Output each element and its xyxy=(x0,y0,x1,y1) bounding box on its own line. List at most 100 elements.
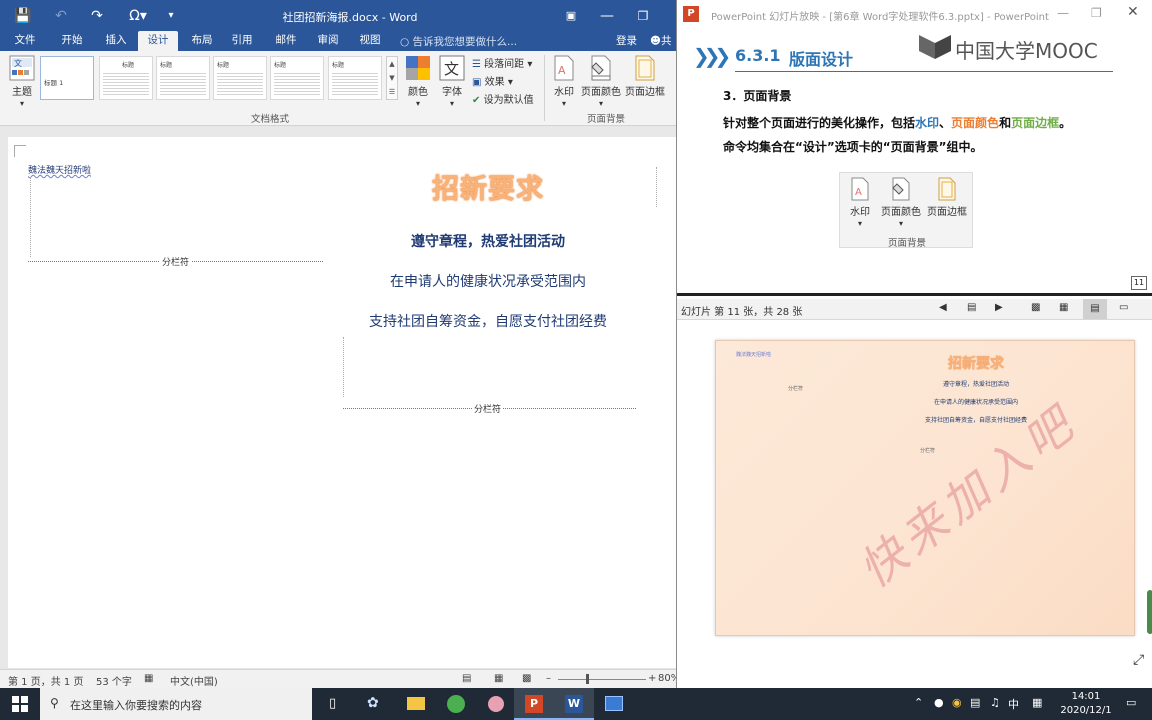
requirement-line-3[interactable]: 支持社团自筹资金，自愿支付社团经费 xyxy=(343,311,633,331)
style-thumb-4[interactable]: 标题 xyxy=(213,56,267,100)
network-icon[interactable]: ▤ xyxy=(970,696,980,709)
poster-heading[interactable]: 招新要求 xyxy=(343,167,633,206)
page-count[interactable]: 第 1 页，共 1 页 xyxy=(8,673,83,688)
powerpoint-taskbar-icon[interactable]: P xyxy=(514,688,554,720)
word-count[interactable]: 53 个字 xyxy=(96,673,132,688)
slide-sorter-icon[interactable]: ▦ xyxy=(1059,302,1068,313)
sign-in-link[interactable]: 登录 xyxy=(616,33,637,48)
tray-app-icon[interactable]: ◉ xyxy=(952,696,962,709)
reading-view-icon[interactable]: ▤ xyxy=(1083,299,1107,319)
tab-home[interactable]: 开始 xyxy=(54,31,90,51)
zoom-out-icon[interactable]: – xyxy=(546,673,551,684)
style-gallery-scroll[interactable]: ▲ ▼ ☰ xyxy=(386,56,398,100)
file-explorer-icon[interactable] xyxy=(396,688,436,720)
app-icon-pinned-1[interactable]: ✿ xyxy=(354,688,394,720)
tab-review[interactable]: 审阅 xyxy=(310,31,346,51)
slide-page-color-label: 页面颜色 xyxy=(881,207,921,218)
word-title-bar: 💾 ↶ ↷ Ω▾ ▾ 社团招新海报.docx - Word ▣ — ❐ xyxy=(0,0,676,31)
themes-button[interactable]: 文 主题 ▾ xyxy=(6,55,38,109)
task-view-icon[interactable]: ▯ xyxy=(316,688,356,720)
save-icon[interactable]: 💾 xyxy=(14,7,32,25)
expand-icon[interactable]: ⤢ xyxy=(1133,652,1144,668)
effects-button[interactable]: ▣ 效果 ▾ xyxy=(472,73,513,88)
customize-qat-icon[interactable]: ▾ xyxy=(162,7,180,25)
colors-label: 颜色 xyxy=(408,87,428,98)
taskbar-search-box[interactable]: ⚲ 在这里输入你要搜索的内容 xyxy=(40,688,312,720)
prev-slide-icon[interactable]: ◀ xyxy=(939,302,947,313)
style-thumb-5[interactable]: 标题 xyxy=(270,56,324,100)
tab-design[interactable]: 设计 xyxy=(138,31,178,51)
ppt-window-title: PowerPoint 幻灯片放映 - [第6章 Word字处理软件6.3.ppt… xyxy=(711,12,1049,23)
tray-expand-icon[interactable]: ⌃ xyxy=(914,696,923,709)
left-column-text[interactable]: 魏法魏天招新啦 xyxy=(28,163,91,176)
zoom-slider-thumb[interactable] xyxy=(586,674,589,684)
page-color-button[interactable]: 页面颜色 ▾ xyxy=(580,55,622,109)
watermark-button[interactable]: A 水印 ▾ xyxy=(548,55,580,109)
normal-view-icon[interactable]: ▩ xyxy=(1031,302,1040,313)
browser-icon-green[interactable] xyxy=(436,688,476,720)
windows-start-icon[interactable] xyxy=(12,696,28,712)
share-button[interactable]: ☻共 xyxy=(650,33,671,48)
minimize-icon[interactable]: — xyxy=(598,7,616,25)
ppt-minimize-icon[interactable]: — xyxy=(1057,6,1069,20)
photos-app-icon[interactable] xyxy=(594,688,634,720)
colors-button[interactable]: 颜色 ▾ xyxy=(403,55,433,109)
slideshow-view-icon[interactable]: ▭ xyxy=(1119,302,1128,313)
slide-view[interactable]: ❯❯❯ 6.3.1 版面设计 中国大学MOOC 3．页面背景 针对整个页面进行的… xyxy=(677,28,1152,296)
print-layout-icon[interactable]: ▦ xyxy=(494,673,503,684)
page-borders-button[interactable]: 页面边框 xyxy=(624,55,666,98)
volume-icon[interactable]: ♫ xyxy=(990,696,1000,709)
ppt-close-icon[interactable]: ✕ xyxy=(1127,4,1139,20)
slide-page-border-button: 页面边框 xyxy=(924,177,970,218)
language-indicator[interactable]: 中文(中国) xyxy=(170,673,218,688)
style-thumb-2[interactable]: 标题 xyxy=(99,56,153,100)
set-default-button[interactable]: ✔ 设为默认值 xyxy=(472,91,534,106)
check-circle-icon: ✔ xyxy=(472,95,481,106)
mooc-logo-icon xyxy=(919,35,951,59)
style-thumb-3[interactable]: 标题 xyxy=(156,56,210,100)
zoom-slider[interactable] xyxy=(558,679,646,680)
app-icon-pinned-2[interactable] xyxy=(476,688,516,720)
tell-me-search[interactable]: ○ 告诉我您想要做什么... xyxy=(400,34,517,49)
clock-time[interactable]: 14:01 xyxy=(1056,691,1116,702)
tab-references[interactable]: 引用 xyxy=(224,31,260,51)
tab-file[interactable]: 文件 xyxy=(8,31,42,51)
undo-icon[interactable]: ↶ xyxy=(52,7,70,25)
slide-menu-icon[interactable]: ▤ xyxy=(967,302,976,313)
presenter-scrollbar[interactable] xyxy=(1147,590,1152,634)
tab-layout[interactable]: 布局 xyxy=(184,31,220,51)
tab-insert[interactable]: 插入 xyxy=(98,31,134,51)
document-page[interactable]: 魏法魏天招新啦 分栏符 招新要求 遵守章程，热爱社团活动 在申请人的健康状况承受… xyxy=(8,137,676,668)
microphone-icon[interactable]: ● xyxy=(934,696,944,709)
style-thumb-1[interactable]: 标题 1 xyxy=(40,56,94,100)
word-taskbar-icon[interactable]: W xyxy=(554,688,594,720)
tab-view[interactable]: 视图 xyxy=(352,31,388,51)
paragraph-spacing-button[interactable]: ☰ 段落间距 ▾ xyxy=(472,55,532,70)
restore-icon[interactable]: ❐ xyxy=(634,7,652,25)
proofing-icon[interactable]: ▦ xyxy=(144,673,153,684)
style-thumb-6[interactable]: 标题 xyxy=(328,56,382,100)
requirement-line-2[interactable]: 在申请人的健康状况承受范围内 xyxy=(343,271,633,291)
ppt-restore-icon[interactable]: ❐ xyxy=(1091,6,1102,20)
redo-icon[interactable]: ↷ xyxy=(88,7,106,25)
tab-mailings[interactable]: 邮件 xyxy=(268,31,304,51)
requirement-line-1[interactable]: 遵守章程，热爱社团活动 xyxy=(343,231,633,251)
zoom-in-icon[interactable]: + xyxy=(648,673,656,684)
slide-subheading: 3．页面背景 xyxy=(723,89,792,103)
style-thumb-4-lines xyxy=(217,71,263,95)
document-canvas[interactable]: 魏法魏天招新啦 分栏符 招新要求 遵守章程，热爱社团活动 在申请人的健康状况承受… xyxy=(0,127,676,668)
next-slide-icon[interactable]: ▶ xyxy=(995,302,1003,313)
fonts-button[interactable]: 文 字体 ▾ xyxy=(436,55,468,109)
web-layout-icon[interactable]: ▩ xyxy=(522,673,531,684)
zoom-level[interactable]: 80% xyxy=(658,673,676,684)
clock-date[interactable]: 2020/12/1 xyxy=(1052,705,1120,716)
notification-icon[interactable]: ▭ xyxy=(1126,696,1136,709)
ribbon-display-icon[interactable]: ▣ xyxy=(562,7,580,25)
doc-format-group-label: 文档格式 xyxy=(250,114,289,125)
input-mode-icon[interactable]: ▦ xyxy=(1032,696,1042,709)
ime-indicator[interactable]: 中 xyxy=(1008,696,1019,712)
read-mode-icon[interactable]: ▤ xyxy=(462,673,471,684)
symbol-omega-icon[interactable]: Ω▾ xyxy=(126,7,150,25)
slide-page-number: 11 xyxy=(1131,276,1147,290)
preview-left-text: 魏法魏天招新啦 xyxy=(736,352,772,358)
